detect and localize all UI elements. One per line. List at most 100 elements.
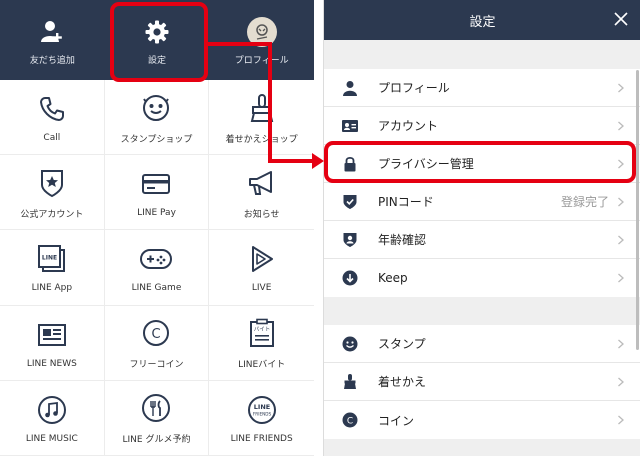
settings-group-basic: プロフィール アカウント プライバシー管理 PINコード 登録完了 年齢確認 K… xyxy=(324,69,640,297)
settings-row-account[interactable]: アカウント xyxy=(324,107,640,145)
id-card-icon xyxy=(340,116,360,136)
line-app-icon-text: LINE xyxy=(42,255,57,262)
settings-row-label: PINコード xyxy=(378,195,434,209)
megaphone-icon xyxy=(242,165,282,201)
settings-row-label: 年齢確認 xyxy=(378,233,427,247)
settings-row-keep[interactable]: Keep xyxy=(324,259,640,297)
profile-label: プロフィール xyxy=(234,55,289,66)
chevron-right-icon xyxy=(617,339,627,349)
grid-item-line-baito[interactable]: バイト LINEバイト xyxy=(209,305,314,381)
keep-icon xyxy=(340,268,360,288)
gamepad-icon xyxy=(136,241,176,277)
settings-row-themes[interactable]: 着せかえ xyxy=(324,363,640,401)
dining-icon xyxy=(136,390,176,426)
card-icon xyxy=(136,166,176,202)
grid-label: フリーコイン xyxy=(129,360,184,371)
settings-title: 設定 xyxy=(469,14,496,30)
grid-item-line-pay[interactable]: LINE Pay xyxy=(104,155,210,231)
grid-item-theme-shop[interactable]: 着せかえショップ xyxy=(209,80,314,156)
chevron-right-icon xyxy=(617,415,627,425)
grid-label: LINE App xyxy=(31,283,73,294)
person-icon xyxy=(340,78,360,98)
settings-group-shop: スタンプ 着せかえ C コイン xyxy=(324,325,640,439)
grid-label: スタンプショップ xyxy=(120,134,193,145)
grid-item-notices[interactable]: お知らせ xyxy=(209,155,314,231)
settings-scrollbar[interactable] xyxy=(636,70,639,350)
grid-label: Call xyxy=(43,133,61,144)
chevron-right-icon xyxy=(617,273,627,283)
coin-icon: C xyxy=(340,410,360,430)
profile-button[interactable]: プロフィール xyxy=(209,0,314,80)
grid-label: LINE Game xyxy=(131,283,182,294)
settings-row-stickers[interactable]: スタンプ xyxy=(324,325,640,363)
friends-icon-text-top: LINE xyxy=(253,403,269,411)
add-friend-button[interactable]: 友だち追加 xyxy=(0,0,105,80)
brush-icon xyxy=(340,372,360,392)
grid-item-live[interactable]: LIVE xyxy=(209,230,314,306)
line-app-icon: LINE xyxy=(32,241,72,277)
grid-label: LINEバイト xyxy=(238,360,286,371)
chevron-right-icon xyxy=(617,121,627,131)
settings-row-value: 登録完了 xyxy=(560,195,609,209)
settings-row-label: プロフィール xyxy=(378,81,450,95)
grid-label: LINE グルメ予約 xyxy=(122,435,191,446)
news-icon xyxy=(32,317,72,353)
official-account-shield-icon xyxy=(32,165,72,201)
grid-item-official-account[interactable]: 公式アカウント xyxy=(0,155,105,231)
service-grid: Call スタンプショップ 着せかえショップ 公式アカウント LINE Pay … xyxy=(0,80,314,456)
friends-icon-text-bottom: FRIENDS xyxy=(253,411,272,416)
close-icon[interactable] xyxy=(611,9,631,29)
settings-panel: 設定 プロフィール アカウント プライバシー管理 PINコード 登録完了 年齢確… xyxy=(323,0,640,456)
job-icon: バイト xyxy=(242,315,282,351)
chevron-right-icon xyxy=(617,377,627,387)
grid-item-line-app[interactable]: LINE LINE App xyxy=(0,230,105,306)
grid-item-line-news[interactable]: LINE NEWS xyxy=(0,305,105,381)
grid-item-free-coin[interactable]: C フリーコイン xyxy=(104,305,210,381)
chevron-right-icon xyxy=(617,235,627,245)
grid-label: LINE MUSIC xyxy=(25,433,78,444)
grid-item-call[interactable]: Call xyxy=(0,80,105,156)
grid-label: 公式アカウント xyxy=(20,209,84,220)
sticker-face-icon xyxy=(136,90,176,126)
add-friend-icon xyxy=(39,15,65,49)
age-shield-icon xyxy=(340,230,360,250)
profile-avatar-icon xyxy=(246,15,277,49)
coin-icon: C xyxy=(136,315,176,351)
theme-brush-icon xyxy=(242,90,282,126)
settings-row-label: アカウント xyxy=(378,119,439,133)
grid-label: LINE NEWS xyxy=(26,358,77,369)
settings-header: 設定 xyxy=(324,0,640,40)
chevron-right-icon xyxy=(617,197,627,207)
settings-row-coins[interactable]: C コイン xyxy=(324,401,640,439)
grid-item-line-gourmet[interactable]: LINE グルメ予約 xyxy=(104,380,210,456)
coin-icon-letter: C xyxy=(347,417,353,427)
settings-row-profile[interactable]: プロフィール xyxy=(324,69,640,107)
phone-icon xyxy=(32,91,72,127)
job-icon-text: バイト xyxy=(253,326,270,333)
settings-row-label: 着せかえ xyxy=(378,375,427,389)
smile-icon xyxy=(340,334,360,354)
chevron-right-icon xyxy=(617,83,627,93)
grid-label: LINE FRIENDS xyxy=(230,433,293,444)
settings-row-label: スタンプ xyxy=(378,337,426,351)
grid-label: LINE Pay xyxy=(137,208,176,219)
grid-item-line-game[interactable]: LINE Game xyxy=(104,230,210,306)
grid-label: 着せかえショップ xyxy=(225,134,298,145)
shield-check-icon xyxy=(340,192,360,212)
grid-item-sticker-shop[interactable]: スタンプショップ xyxy=(104,80,210,156)
grid-item-line-music[interactable]: LINE MUSIC xyxy=(0,380,105,456)
music-icon xyxy=(32,392,72,428)
privacy-highlight-box xyxy=(324,141,636,183)
add-friend-label: 友だち追加 xyxy=(29,55,75,66)
coin-icon-letter: C xyxy=(152,327,161,342)
settings-row-label: Keep xyxy=(378,271,408,285)
grid-label: お知らせ xyxy=(243,209,280,220)
live-play-icon xyxy=(242,241,282,277)
settings-row-pin-code[interactable]: PINコード 登録完了 xyxy=(324,183,640,221)
settings-row-label: コイン xyxy=(378,413,415,428)
line-friends-icon: LINE FRIENDS xyxy=(242,392,282,428)
settings-highlight-box xyxy=(110,2,208,82)
grid-label: LIVE xyxy=(251,283,272,294)
grid-item-line-friends[interactable]: LINE FRIENDS LINE FRIENDS xyxy=(209,380,314,456)
settings-row-age-verification[interactable]: 年齢確認 xyxy=(324,221,640,259)
